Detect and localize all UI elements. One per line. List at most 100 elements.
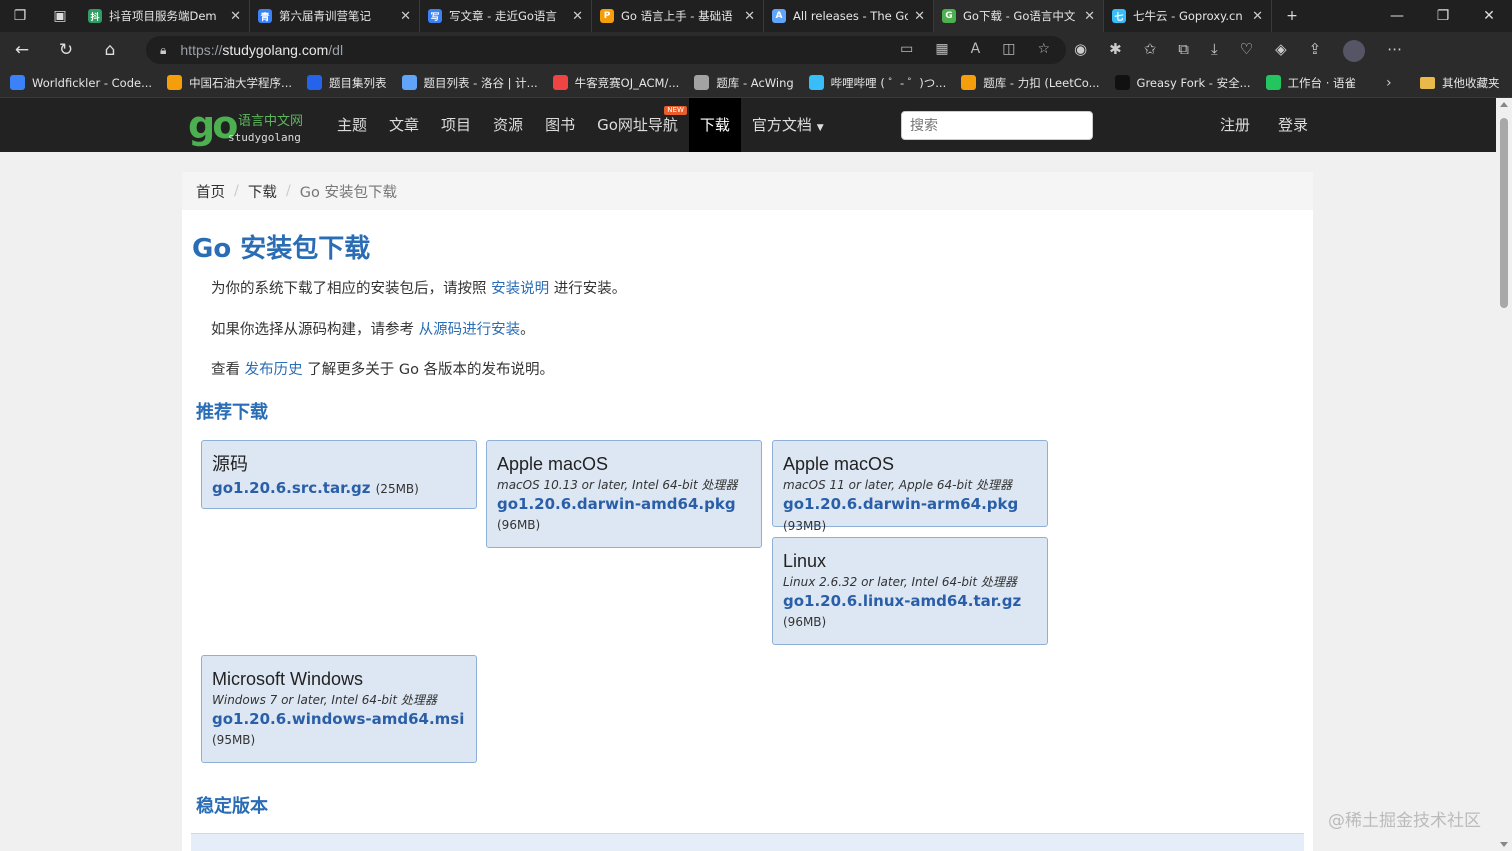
- more-menu-icon[interactable]: ⋯: [1387, 40, 1402, 62]
- scroll-up-icon[interactable]: [1500, 102, 1508, 107]
- tab-close-icon[interactable]: ✕: [400, 9, 411, 24]
- browser-tab[interactable]: 青第六届青训营笔记 ✕: [250, 0, 420, 32]
- download-icon[interactable]: ⤓: [1211, 40, 1218, 62]
- site-logo[interactable]: go 语言中文网 studygolang: [188, 104, 318, 148]
- nav-item[interactable]: 官方文档 ▼: [741, 98, 835, 152]
- apps-icon[interactable]: ▦: [935, 41, 948, 57]
- tab-close-icon[interactable]: ✕: [572, 9, 583, 24]
- tab-close-icon[interactable]: ✕: [1252, 9, 1263, 24]
- site-search-input[interactable]: [901, 111, 1093, 140]
- extensions-icon[interactable]: ✱: [1109, 40, 1122, 62]
- p3-text: 查看: [211, 362, 245, 378]
- security-icon[interactable]: ◈: [1275, 40, 1287, 62]
- bookmark-label: 题目列表 - 洛谷 | 计...: [423, 75, 538, 90]
- logo-cn: 语言中文网: [238, 114, 304, 129]
- nav-item[interactable]: 资源: [482, 98, 534, 152]
- favorite-star-icon[interactable]: ☆: [1037, 41, 1050, 57]
- tab-close-icon[interactable]: ✕: [744, 9, 755, 24]
- workspaces-icon[interactable]: ❐: [0, 0, 40, 32]
- stable-version-row[interactable]: [191, 833, 1304, 851]
- bookmark-item[interactable]: Greasy Fork - 安全...: [1114, 75, 1251, 91]
- address-input[interactable]: 🔒︎ https://studygolang.com/dl ▭ ▦ A ◫ ☆: [146, 36, 1066, 64]
- bookmark-item[interactable]: 题库 - AcWing: [694, 75, 794, 91]
- bookmark-item[interactable]: 题目集列表: [307, 75, 387, 91]
- browser-tab[interactable]: P Go 语言上手 - 基础语 ✕: [592, 0, 764, 32]
- nav-item[interactable]: 项目: [430, 98, 482, 152]
- split-screen-icon[interactable]: ◫: [1002, 41, 1015, 57]
- browser-tab[interactable]: 写写文章 - 走近Go语言 ✕: [420, 0, 592, 32]
- bookmark-favicon: [1265, 75, 1281, 90]
- tab-title: All releases - The Go: [793, 9, 909, 23]
- card-requirements: macOS 10.13 or later, Intel 64-bit 处理器: [497, 478, 738, 492]
- p2-text: 如果你选择从源码构建，请参考: [211, 322, 419, 338]
- bookmark-favicon: [552, 75, 568, 90]
- home-icon[interactable]: ⌂: [88, 40, 132, 60]
- scroll-down-icon[interactable]: [1500, 842, 1508, 847]
- url-scheme: https://: [180, 42, 223, 58]
- bookmark-label: 牛客竞赛OJ_ACM/...: [574, 75, 680, 90]
- bookmark-item[interactable]: 题库 - 力扣 (LeetCo...: [961, 75, 1100, 91]
- collections-icon[interactable]: ⧉: [1178, 40, 1189, 62]
- tab-close-icon[interactable]: ✕: [914, 9, 925, 24]
- new-tab-icon[interactable]: +: [1272, 0, 1312, 32]
- new-badge: NEW: [664, 106, 687, 115]
- tab-close-icon[interactable]: ✕: [230, 9, 241, 24]
- nav-item-label: 资源: [493, 116, 524, 134]
- card-file-link[interactable]: go1.20.6.darwin-arm64.pkg: [783, 495, 1018, 513]
- refresh-icon[interactable]: ↻: [44, 40, 88, 60]
- cast-icon[interactable]: ▭: [900, 41, 913, 57]
- scrollbar-thumb[interactable]: [1500, 118, 1508, 308]
- download-card-macos-arm64[interactable]: Apple macOS macOS 11 or later, Apple 64-…: [772, 440, 1048, 533]
- tab-close-icon[interactable]: ✕: [1084, 9, 1095, 24]
- card-file-link[interactable]: go1.20.6.src.tar.gz: [212, 479, 371, 497]
- bookmark-item[interactable]: 中国石油大学程序...: [167, 75, 292, 91]
- share-icon[interactable]: ⇪: [1309, 40, 1322, 62]
- browser-tab[interactable]: 抖抖音项目服务端Dem ✕: [80, 0, 250, 32]
- breadcrumb-home[interactable]: 首页: [196, 181, 225, 202]
- browser-tab[interactable]: A All releases - The Go ✕: [764, 0, 934, 32]
- login-link[interactable]: 登录: [1264, 98, 1322, 152]
- bookmarks-overflow-icon[interactable]: ›: [1386, 75, 1392, 91]
- download-card-macos-amd64[interactable]: Apple macOS macOS 10.13 or later, Intel …: [486, 440, 762, 548]
- page-scrollbar[interactable]: [1496, 98, 1512, 851]
- bookmark-label: 题库 - AcWing: [716, 75, 794, 90]
- performance-icon[interactable]: ♡: [1240, 40, 1253, 62]
- bookmark-item[interactable]: 题目列表 - 洛谷 | 计...: [401, 75, 538, 91]
- close-window-icon[interactable]: ✕: [1466, 8, 1512, 24]
- download-card-source[interactable]: 源码 go1.20.6.src.tar.gz (25MB): [201, 440, 477, 509]
- favorites-icon[interactable]: ✩: [1144, 40, 1157, 62]
- bookmark-item[interactable]: 工作台 · 语雀: [1265, 75, 1356, 91]
- browser-tab[interactable]: G Go下载 - Go语言中文 ✕: [934, 0, 1104, 32]
- card-requirements: Linux 2.6.32 or later, Intel 64-bit 处理器: [783, 575, 1017, 589]
- tab-actions-icon[interactable]: ▣: [40, 0, 80, 32]
- bookmark-item[interactable]: 哔哩哔哩 ( ゜- ゜)つ...: [808, 75, 947, 91]
- card-file-link[interactable]: go1.20.6.darwin-amd64.pkg: [497, 493, 751, 515]
- release-history-link[interactable]: 发布历史: [245, 362, 303, 378]
- minimize-icon[interactable]: —: [1374, 8, 1420, 24]
- download-card-windows[interactable]: Microsoft Windows Windows 7 or later, In…: [201, 655, 477, 763]
- nav-item[interactable]: 图书: [534, 98, 586, 152]
- bookmark-item[interactable]: 牛客竞赛OJ_ACM/...: [552, 75, 680, 91]
- breadcrumb-current: Go 安装包下载: [299, 184, 397, 201]
- nav-item[interactable]: 下载: [688, 98, 741, 152]
- profile-avatar[interactable]: [1343, 40, 1366, 62]
- card-file-link[interactable]: go1.20.6.linux-amd64.tar.gz: [783, 590, 1037, 612]
- nav-item[interactable]: 文章: [378, 98, 430, 152]
- tab-favicon: A: [772, 9, 786, 23]
- source-install-link[interactable]: 从源码进行安装: [419, 322, 521, 338]
- read-aloud-icon[interactable]: A: [971, 41, 981, 57]
- download-card-linux[interactable]: Linux Linux 2.6.32 or later, Intel 64-bi…: [772, 537, 1048, 645]
- restore-icon[interactable]: ❐: [1420, 8, 1466, 24]
- install-guide-link[interactable]: 安装说明: [491, 281, 549, 297]
- bookmark-item[interactable]: Worldfickler - Code...: [10, 75, 152, 91]
- breadcrumb-download[interactable]: 下载: [248, 181, 277, 202]
- nav-item[interactable]: 主题: [326, 98, 378, 152]
- back-icon[interactable]: ←: [0, 40, 44, 60]
- register-link[interactable]: 注册: [1206, 98, 1264, 152]
- glasses-icon[interactable]: ◉: [1074, 40, 1087, 62]
- nav-item[interactable]: Go网址导航 NEW: [586, 98, 689, 152]
- bookmark-label: 哔哩哔哩 ( ゜- ゜)つ...: [830, 75, 947, 90]
- browser-tab[interactable]: 七七牛云 - Goproxy.cn ✕: [1104, 0, 1272, 32]
- card-file-link[interactable]: go1.20.6.windows-amd64.msi: [212, 708, 466, 730]
- other-bookmarks[interactable]: 其他收藏夹: [1420, 75, 1500, 91]
